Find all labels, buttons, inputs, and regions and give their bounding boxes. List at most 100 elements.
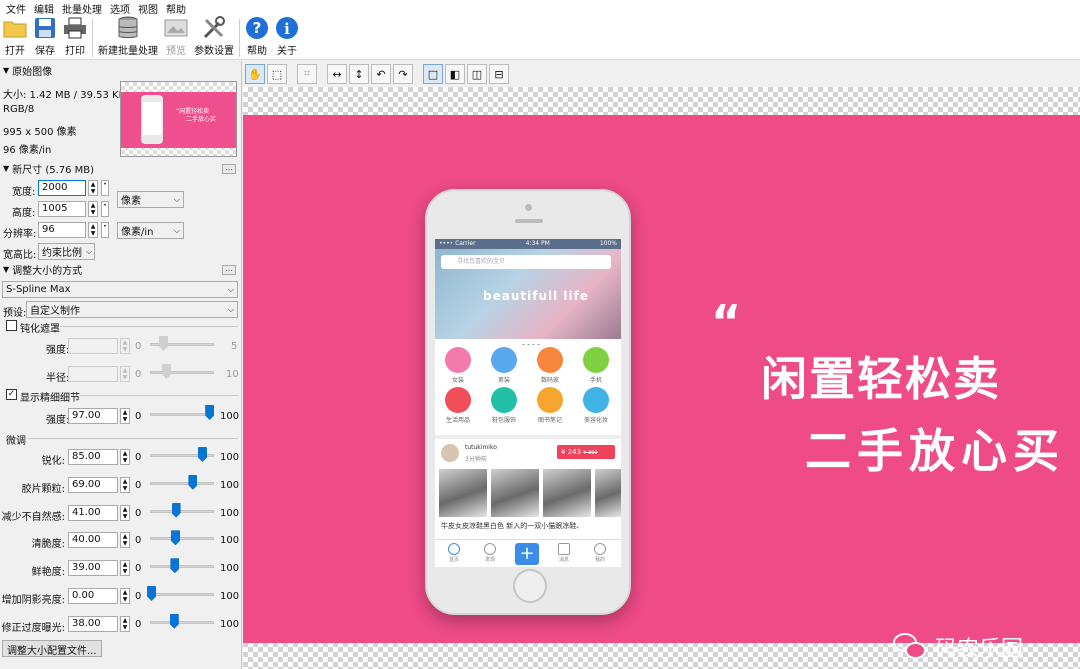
fine-tune-input[interactable]: 69.00 [68, 476, 118, 493]
fine-tune-input[interactable]: 40.00 [68, 532, 118, 549]
fine-tune-stepper[interactable]: ▲ ▼ [120, 504, 130, 521]
fine-tune-stepper[interactable]: ▲ ▼ [120, 560, 130, 577]
open-button[interactable]: 打开 [0, 16, 30, 60]
fine-tune-slider-track[interactable] [150, 593, 214, 596]
fine-tune-input[interactable]: 38.00 [68, 615, 118, 632]
width-link-toggle[interactable]: • [101, 180, 109, 196]
print-button[interactable]: 打印 [60, 16, 90, 60]
menu-file[interactable]: 文件 [2, 1, 30, 16]
detail-strength-slider-thumb[interactable] [205, 405, 215, 420]
fine-tune-slider-thumb[interactable] [170, 558, 180, 574]
aspect-select[interactable]: 约束比例 ⌵ [38, 243, 95, 260]
rotate-left-button[interactable]: ↶ [371, 64, 391, 84]
crop-tool-button[interactable]: ⌗ [297, 64, 317, 84]
single-view-button[interactable]: □ [423, 64, 443, 84]
menu-view[interactable]: 视图 [134, 1, 162, 16]
app-tab-home: 首页 [439, 543, 469, 563]
chevron-down-icon: ⌵ [227, 284, 234, 294]
fine-tune-input[interactable]: 39.00 [68, 560, 118, 577]
menu-options[interactable]: 选项 [106, 1, 134, 16]
resolution-unit-select[interactable]: 像素/in ⌵ [117, 222, 184, 239]
fine-tune-slider-thumb[interactable] [169, 613, 179, 629]
detail-strength-stepper[interactable]: ▲ ▼ [120, 408, 130, 424]
detail-strength-slider-track[interactable] [150, 413, 214, 416]
fine-tune-min: 0 [135, 507, 142, 519]
single-view-icon: □ [427, 67, 439, 81]
mask-radius-input[interactable] [68, 366, 118, 382]
save-button[interactable]: 保存 [30, 16, 60, 60]
height-stepper[interactable]: ▲ ▼ [88, 201, 98, 217]
fine-tune-slider-thumb[interactable] [147, 586, 156, 601]
flip-vertical-button[interactable]: ↕ [349, 64, 369, 84]
algorithm-select[interactable]: S-Spline Max ⌵ [2, 281, 238, 298]
split-horizontal-button[interactable]: ⊟ [489, 64, 509, 84]
fine-tune-slider-track[interactable] [150, 537, 214, 541]
split-vertical-button[interactable]: ◧ [445, 64, 465, 84]
thumbnail-slogan: “闲置轻松卖 二手放心买 [176, 108, 217, 123]
select-tool-button[interactable]: ⬚ [267, 64, 287, 84]
size-unit-select[interactable]: 像素 ⌵ [117, 191, 184, 208]
new-size-more-button[interactable]: ... [222, 164, 236, 174]
preset-select[interactable]: 自定义制作 ⌵ [26, 301, 238, 318]
flip-horizontal-button[interactable]: ↔ [327, 64, 347, 84]
help-button[interactable]: ? 帮助 [242, 16, 272, 60]
detail-strength-max: 100 [220, 411, 240, 422]
menu-batch[interactable]: 批量处理 [58, 1, 106, 16]
width-input[interactable]: 2000 [38, 180, 86, 196]
height-input[interactable]: 1005 [38, 201, 86, 217]
mask-radius-stepper[interactable]: ▲ ▼ [120, 366, 130, 382]
mask-radius-slider-thumb[interactable] [162, 364, 171, 379]
height-link-toggle[interactable]: • [101, 201, 109, 217]
fine-tune-stepper[interactable]: ▲ ▼ [120, 532, 130, 549]
resize-profile-button[interactable]: 调整大小配置文件... [2, 640, 102, 657]
mask-strength-stepper[interactable]: ▲ ▼ [120, 338, 130, 354]
fine-tune-slider-thumb[interactable] [171, 502, 181, 518]
new-batch-button[interactable]: 新建批量处理 [95, 16, 161, 60]
mask-strength-input[interactable] [68, 338, 118, 354]
mask-radius-slider-track[interactable] [150, 371, 214, 374]
settings-button[interactable]: 参数设置 [191, 16, 237, 60]
detail-strength-input[interactable]: 97.00 [68, 408, 118, 424]
sharpen-mask-checkbox[interactable] [6, 320, 17, 331]
fine-tune-slider-thumb[interactable] [188, 474, 198, 490]
fine-tune-stepper[interactable]: ▲ ▼ [120, 449, 130, 465]
product-photo [543, 469, 591, 517]
fine-tune-slider-track[interactable] [150, 481, 214, 485]
width-label: 宽度: [12, 187, 36, 198]
folder-icon [3, 16, 27, 40]
fine-tune-input[interactable]: 0.00 [68, 588, 118, 604]
fine-tune-slider-thumb[interactable] [171, 530, 180, 546]
detail-checkbox[interactable]: ✓ [6, 389, 17, 400]
menu-help[interactable]: 帮助 [162, 1, 190, 16]
mask-strength-slider-thumb[interactable] [159, 336, 168, 351]
fine-tune-stepper[interactable]: ▲ ▼ [120, 476, 130, 493]
fine-tune-stepper[interactable]: ▲ ▼ [120, 588, 130, 604]
preset-label: 预设: [3, 308, 27, 319]
view-toolbar: ✋ ⬚ ⌗ ↔ ↕ ↶ ↷ □ ◧ ◫ ⊟ [243, 61, 1080, 87]
dual-view-button[interactable]: ◫ [467, 64, 487, 84]
preview-button[interactable]: 预览 [161, 16, 191, 60]
hand-tool-button[interactable]: ✋ [245, 64, 265, 84]
fine-tune-stepper[interactable]: ▲ ▼ [120, 615, 130, 632]
fine-tune-slider-track[interactable] [150, 509, 214, 513]
fine-tune-slider-track[interactable] [150, 620, 214, 624]
new-size-header[interactable]: ▼ 新尺寸 (5.76 MB) [3, 161, 94, 176]
resolution-input[interactable]: 96 [38, 222, 86, 238]
fine-tune-slider-thumb[interactable] [198, 447, 207, 462]
original-image-header[interactable]: ▼ 原始图像 [3, 63, 52, 78]
menu-edit[interactable]: 编辑 [30, 1, 58, 16]
about-button[interactable]: i 关于 [272, 16, 302, 60]
width-stepper[interactable]: ▲ ▼ [88, 180, 98, 196]
fine-tune-slider-track[interactable] [150, 565, 214, 569]
resize-method-header[interactable]: ▼ 调整大小的方式 [3, 262, 82, 277]
preview-canvas[interactable]: •••• Carrier 4:34 PM 100% 寻找您喜欢的宝贝 beaut… [243, 87, 1080, 669]
fine-tune-input[interactable]: 85.00 [68, 449, 118, 465]
product-photo [595, 469, 621, 517]
original-thumbnail[interactable]: “闲置轻松卖 二手放心买 [120, 81, 237, 157]
resolution-stepper[interactable]: ▲ ▼ [88, 222, 98, 238]
fine-tune-input[interactable]: 41.00 [68, 504, 118, 521]
fine-tune-max: 100 [220, 591, 240, 602]
rotate-right-button[interactable]: ↷ [393, 64, 413, 84]
resolution-link-toggle[interactable]: • [101, 222, 109, 238]
resize-method-more-button[interactable]: ... [222, 265, 236, 275]
